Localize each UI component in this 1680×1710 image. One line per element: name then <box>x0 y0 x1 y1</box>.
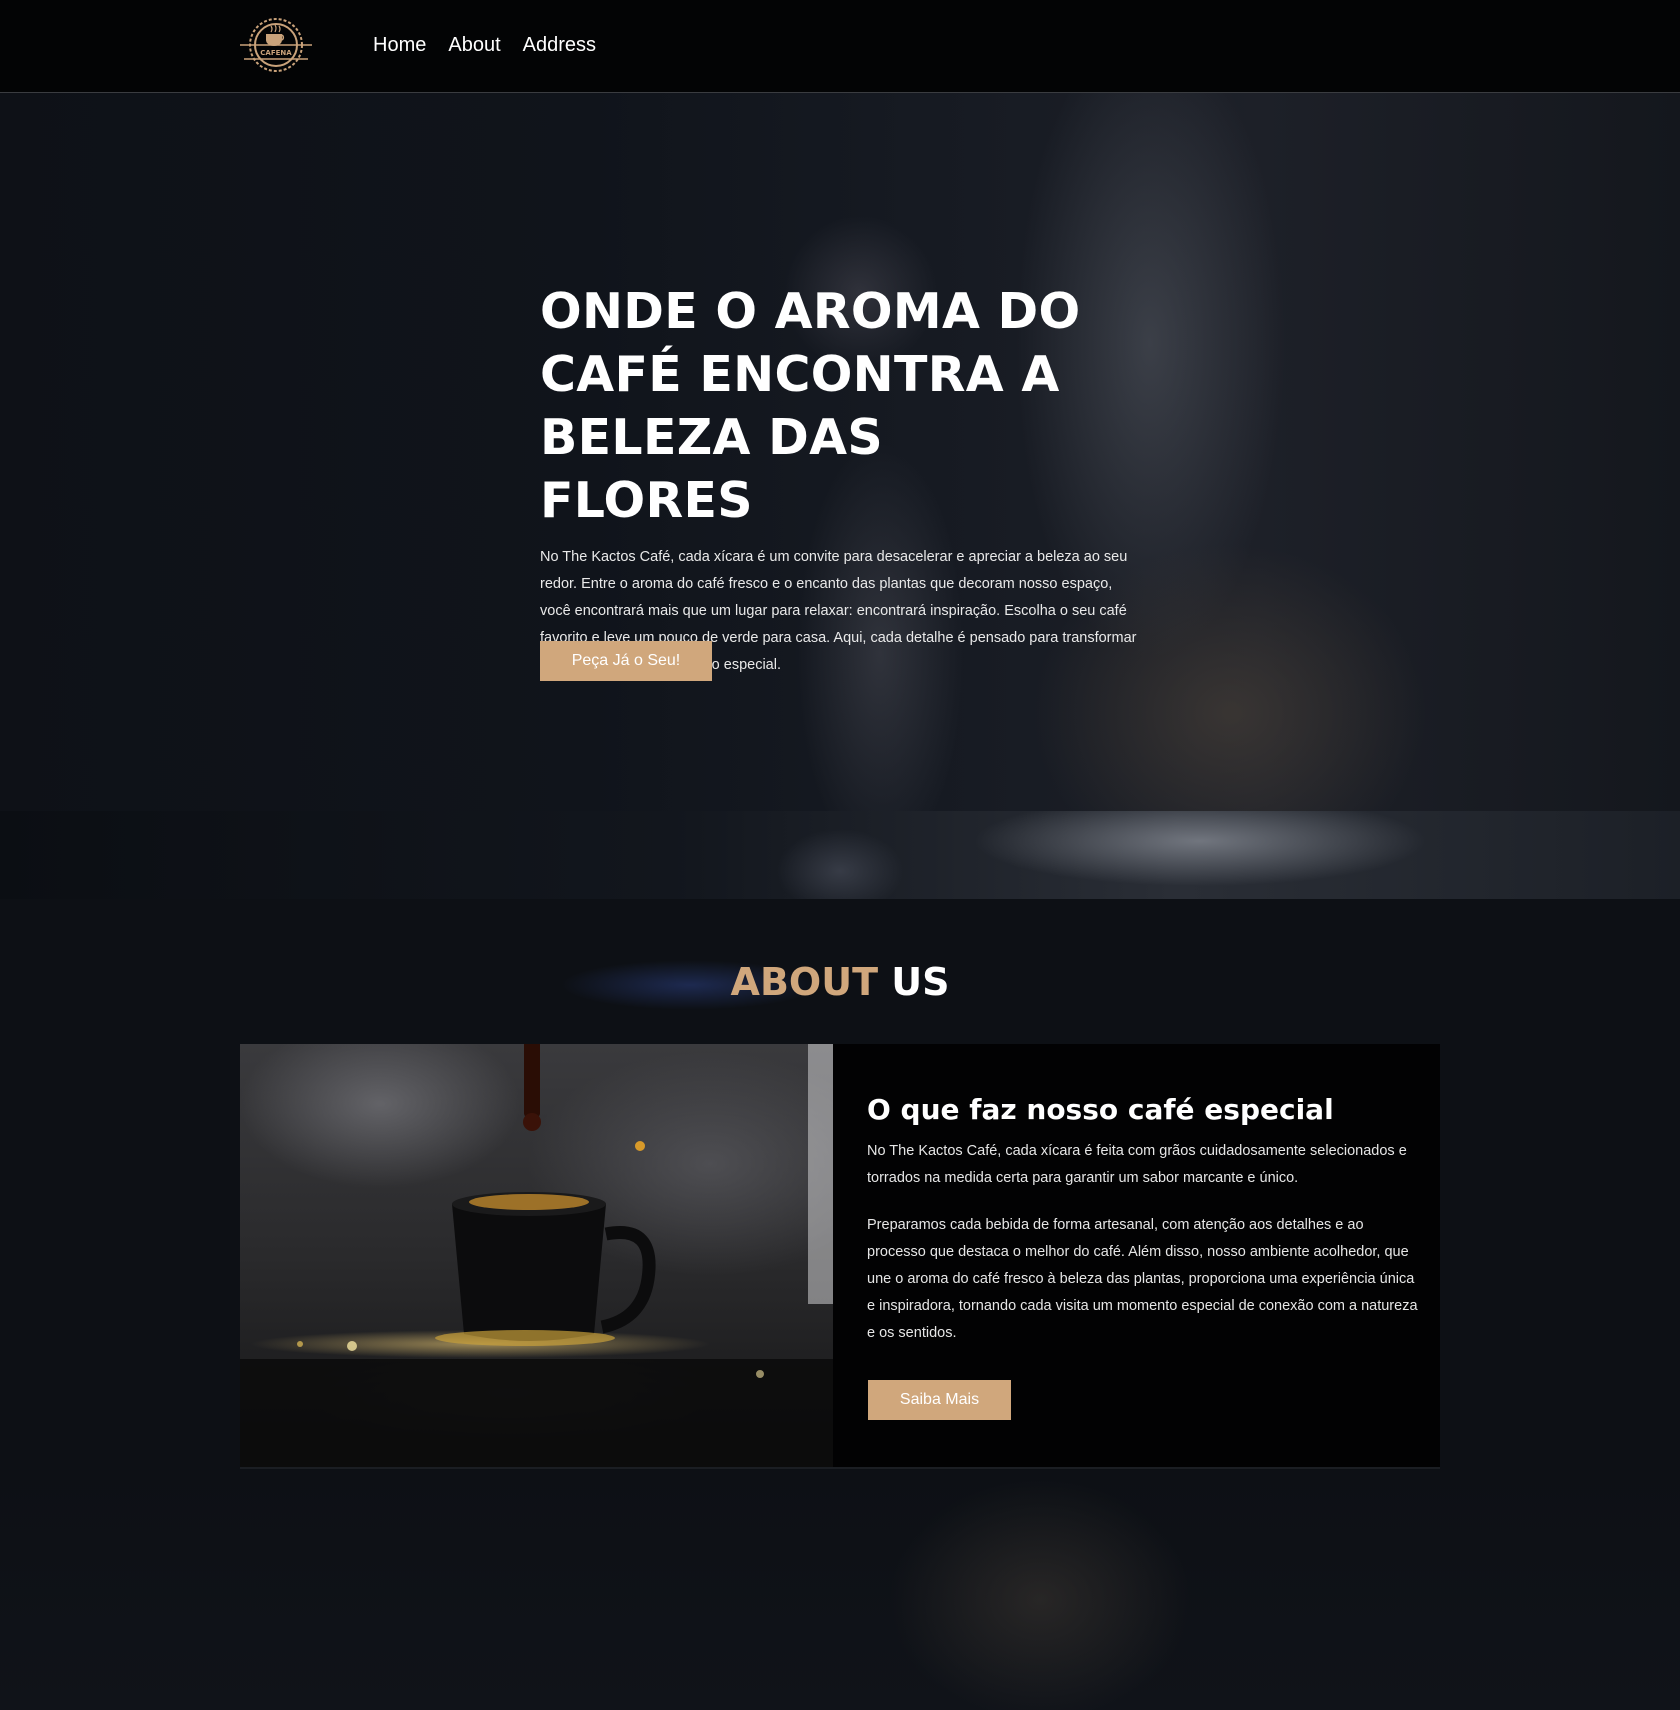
about-title: O que faz nosso café especial <box>867 1093 1334 1126</box>
hero-section: ONDE O AROMA DO CAFÉ ENCONTRA A BELEZA D… <box>540 280 1140 679</box>
cafena-logo[interactable]: CAFENA <box>238 14 314 76</box>
main-nav: Home About Address <box>373 34 596 57</box>
nav-home-link[interactable]: Home <box>373 34 426 57</box>
hero-title: ONDE O AROMA DO CAFÉ ENCONTRA A BELEZA D… <box>540 283 1081 529</box>
svg-text:CAFENA: CAFENA <box>260 49 292 57</box>
about-text-block: O que faz nosso café especial No The Kac… <box>867 1092 1422 1347</box>
learn-more-button[interactable]: Saiba Mais <box>868 1380 1011 1420</box>
about-card: O que faz nosso café especial No The Kac… <box>240 1044 1440 1469</box>
coffee-cup-image <box>240 1044 833 1467</box>
nav-address-link[interactable]: Address <box>523 34 596 57</box>
bottom-background-photo <box>0 1470 1680 1710</box>
about-paragraph-2: Preparamos cada bebida de forma artesana… <box>867 1217 1418 1341</box>
about-paragraph-1: No The Kactos Café, cada xícara é feita … <box>867 1143 1407 1186</box>
section-divider-photo <box>0 811 1680 899</box>
order-now-button[interactable]: Peça Já o Seu! <box>540 641 712 681</box>
about-heading-rest: US <box>891 960 950 1004</box>
about-section-heading: ABOUT US <box>0 960 1680 1004</box>
site-header: CAFENA Home About Address <box>0 0 1680 93</box>
about-heading-accent: ABOUT <box>730 960 878 1004</box>
nav-about-link[interactable]: About <box>448 34 500 57</box>
